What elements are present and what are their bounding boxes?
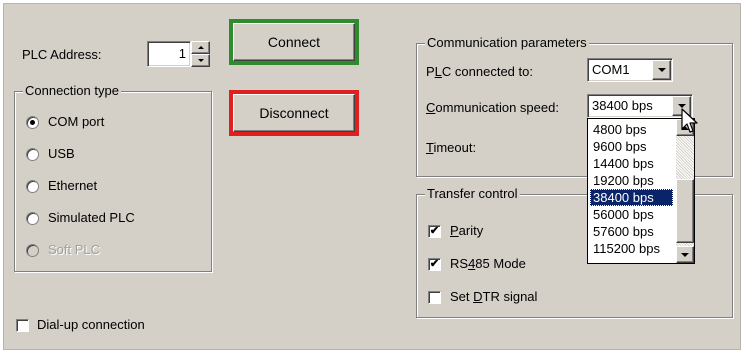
simulated-plc-label: Simulated PLC <box>48 210 135 225</box>
com-port-radio[interactable] <box>26 116 39 129</box>
plc-address-field[interactable]: 1 <box>147 41 191 67</box>
communication-parameters-title: Communication parameters <box>425 35 589 51</box>
plc-address-label: PLC Address: <box>22 47 102 62</box>
plc-connected-to-dropdown[interactable]: COM1 <box>587 58 673 82</box>
communication-speed-label: Communication speed: <box>426 100 559 115</box>
communication-speed-listbox[interactable]: 4800 bps 9600 bps 14400 bps 19200 bps 38… <box>587 118 695 264</box>
plc-address-up-button[interactable] <box>191 41 210 54</box>
plc-connected-to-value: COM1 <box>592 62 630 77</box>
speed-option[interactable]: 115200 bps <box>590 240 673 257</box>
plc-connected-to-dropdown-button[interactable] <box>652 60 671 80</box>
dialog-panel: PLC Address: 1 Connect Disconnect Connec… <box>3 3 741 350</box>
connect-button[interactable]: Connect <box>229 19 359 65</box>
parity-checkbox[interactable]: ✔ <box>428 225 441 238</box>
arrow-down-icon <box>681 252 689 257</box>
disconnect-button-label: Disconnect <box>259 105 329 121</box>
simulated-plc-radio[interactable] <box>26 212 39 225</box>
arrow-up-icon <box>197 46 204 49</box>
listbox-scrollbar[interactable] <box>676 119 694 263</box>
scroll-thumb[interactable] <box>676 179 694 243</box>
speed-option[interactable]: 9600 bps <box>590 138 673 155</box>
connect-button-label: Connect <box>267 34 321 50</box>
speed-option[interactable]: 14400 bps <box>590 155 673 172</box>
transfer-control-title: Transfer control <box>425 186 520 202</box>
set-dtr-signal-label: Set DTR signal <box>450 289 538 304</box>
speed-option[interactable]: 57600 bps <box>590 223 673 240</box>
parity-label: Parity <box>450 223 484 238</box>
timeout-label: Timeout: <box>426 140 477 155</box>
mouse-cursor-icon <box>681 108 698 133</box>
speed-option-selected[interactable]: 38400 bps <box>590 189 673 206</box>
soft-plc-label: Soft PLC <box>48 242 101 257</box>
connection-type-group: Connection type COM port USB Ethernet Si… <box>14 83 212 272</box>
usb-label: USB <box>48 146 75 161</box>
dialup-checkbox[interactable] <box>16 319 29 332</box>
ethernet-radio[interactable] <box>26 180 39 193</box>
soft-plc-radio <box>26 244 39 257</box>
usb-radio[interactable] <box>26 148 39 161</box>
speed-option[interactable]: 4800 bps <box>590 121 673 138</box>
rs485-mode-label: RS485 Mode <box>450 256 526 271</box>
communication-speed-value: 38400 bps <box>592 98 653 113</box>
set-dtr-signal-checkbox[interactable] <box>428 291 441 304</box>
plc-address-down-button[interactable] <box>191 54 210 67</box>
disconnect-button[interactable]: Disconnect <box>229 90 359 136</box>
communication-speed-dropdown[interactable]: 38400 bps <box>587 94 693 118</box>
arrow-down-icon <box>197 59 204 62</box>
com-port-label: COM port <box>48 114 105 129</box>
rs485-mode-checkbox[interactable]: ✔ <box>428 258 441 271</box>
plc-connected-to-label: PLC connected to: <box>426 64 533 79</box>
scroll-down-button[interactable] <box>676 246 694 263</box>
connection-type-title: Connection type <box>23 83 121 99</box>
speed-option[interactable]: 56000 bps <box>590 206 673 223</box>
chevron-down-icon <box>657 68 666 72</box>
ethernet-label: Ethernet <box>48 178 98 193</box>
speed-option[interactable]: 19200 bps <box>590 172 673 189</box>
plc-address-value: 1 <box>178 46 186 61</box>
dialup-label: Dial-up connection <box>37 317 145 332</box>
